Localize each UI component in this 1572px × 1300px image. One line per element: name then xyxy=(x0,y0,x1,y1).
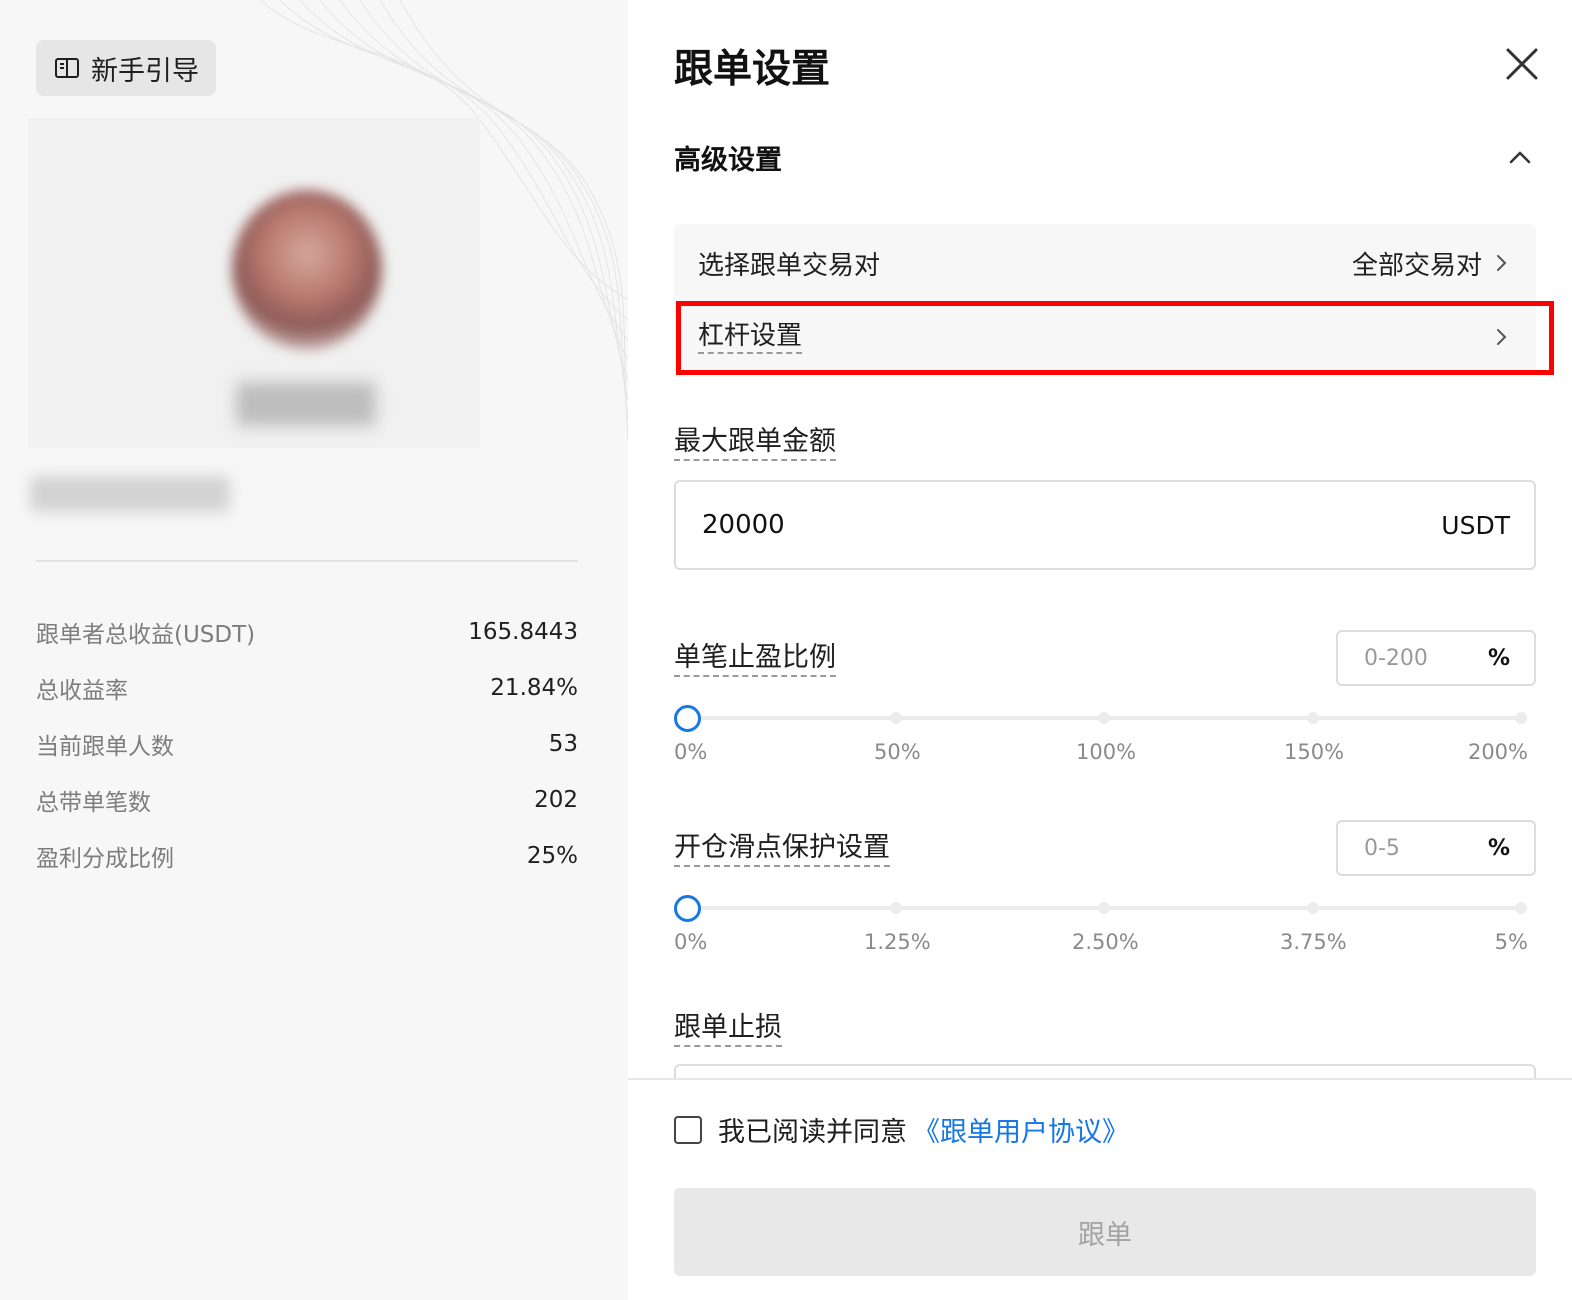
max-amount-unit: USDT xyxy=(1441,510,1510,540)
stat-value: 202 xyxy=(534,787,578,813)
slider-tick-label: 0% xyxy=(674,740,708,764)
stat-value: 25% xyxy=(526,843,578,869)
take-profit-input[interactable] xyxy=(1364,645,1464,671)
panel-footer: 我已阅读并同意 《跟单用户协议》 跟单 xyxy=(628,1078,1572,1300)
slider-mark[interactable] xyxy=(1307,902,1319,914)
slider-tick-label: 150% xyxy=(1284,740,1345,764)
slider-tick-label: 2.50% xyxy=(1072,930,1139,954)
agreement-checkbox[interactable] xyxy=(674,1115,702,1144)
guide-book-icon xyxy=(55,58,79,78)
leverage-settings-label: 杠杆设置 xyxy=(698,320,803,355)
stat-value: 21.84% xyxy=(490,675,578,701)
advanced-settings-header[interactable]: 高级设置 xyxy=(674,138,1534,177)
trading-pairs-value: 全部交易对 xyxy=(1352,245,1512,282)
trader-nickname-blurred xyxy=(236,382,376,426)
max-amount-input[interactable] xyxy=(702,510,1302,540)
max-amount-field[interactable]: USDT xyxy=(674,480,1536,570)
slider-tick-label: 100% xyxy=(1076,740,1137,764)
beginner-guide-label: 新手引导 xyxy=(91,55,199,87)
slider-thumb[interactable] xyxy=(674,895,701,922)
stat-label: 当前跟单人数 xyxy=(36,734,174,760)
trader-profile-panel: 新手引导 跟单者总收益(USDT) 165.8443 总收益率 21.84% 当… xyxy=(0,0,628,1300)
chevron-right-icon xyxy=(1497,329,1507,345)
close-icon[interactable] xyxy=(1502,44,1542,84)
slippage-ticks: 0% 1.25% 2.50% 3.75% 5% xyxy=(674,930,1536,960)
chevron-right-icon xyxy=(1497,255,1507,271)
take-profit-label: 单笔止盈比例 xyxy=(674,640,836,678)
slippage-label: 开仓滑点保护设置 xyxy=(674,830,890,868)
trading-pairs-label: 选择跟单交易对 xyxy=(698,250,881,281)
slippage-unit: % xyxy=(1487,835,1510,861)
stat-label: 总收益率 xyxy=(36,678,128,704)
stat-label: 跟单者总收益(USDT) xyxy=(36,622,256,648)
stat-row: 盈利分成比例 25% xyxy=(36,828,578,884)
slider-mark[interactable] xyxy=(1515,902,1527,914)
slippage-slider[interactable] xyxy=(674,893,1536,923)
leverage-settings-row[interactable]: 杠杆设置 xyxy=(674,302,1536,372)
slider-tick-label: 5% xyxy=(1494,930,1528,954)
slippage-field[interactable]: % xyxy=(1336,820,1536,876)
slider-tick-label: 0% xyxy=(674,930,708,954)
trader-subtitle-blurred xyxy=(30,476,230,512)
take-profit-slider[interactable] xyxy=(674,703,1536,733)
trader-avatar[interactable] xyxy=(232,190,382,350)
slider-thumb[interactable] xyxy=(674,705,701,732)
stop-loss-label: 跟单止损 xyxy=(674,1010,782,1048)
take-profit-field[interactable]: % xyxy=(1336,630,1536,686)
stat-row: 当前跟单人数 53 xyxy=(36,716,578,772)
slider-tick-label: 1.25% xyxy=(864,930,931,954)
follow-button[interactable]: 跟单 xyxy=(674,1188,1536,1276)
slider-mark[interactable] xyxy=(890,712,902,724)
agreement-row: 我已阅读并同意 《跟单用户协议》 xyxy=(674,1110,1129,1149)
agreement-text: 我已阅读并同意 xyxy=(718,1117,907,1148)
agreement-link[interactable]: 《跟单用户协议》 xyxy=(913,1110,1129,1149)
slider-tick-label: 50% xyxy=(874,740,921,764)
max-amount-label: 最大跟单金额 xyxy=(674,424,836,462)
stat-value: 165.8443 xyxy=(468,619,578,645)
slider-mark[interactable] xyxy=(1307,712,1319,724)
divider xyxy=(36,560,578,562)
slider-mark[interactable] xyxy=(1098,712,1110,724)
slider-tick-label: 3.75% xyxy=(1280,930,1347,954)
slider-tick-label: 200% xyxy=(1467,740,1528,764)
stat-value: 53 xyxy=(548,731,578,757)
slippage-input[interactable] xyxy=(1364,835,1464,861)
stat-label: 总带单笔数 xyxy=(36,790,151,816)
panel-title: 跟单设置 xyxy=(674,47,831,92)
slider-mark[interactable] xyxy=(1098,902,1110,914)
advanced-settings-title: 高级设置 xyxy=(674,145,782,176)
take-profit-ticks: 0% 50% 100% 150% 200% xyxy=(674,740,1536,770)
stat-row: 总带单笔数 202 xyxy=(36,772,578,828)
trading-pairs-selected: 全部交易对 xyxy=(1351,250,1482,281)
stat-row: 总收益率 21.84% xyxy=(36,660,578,716)
slider-mark[interactable] xyxy=(890,902,902,914)
take-profit-unit: % xyxy=(1487,645,1510,671)
stat-label: 盈利分成比例 xyxy=(36,846,174,872)
chevron-up-icon[interactable] xyxy=(1506,144,1534,172)
stat-row: 跟单者总收益(USDT) 165.8443 xyxy=(36,604,578,660)
select-trading-pairs-row[interactable]: 选择跟单交易对 全部交易对 xyxy=(674,224,1536,302)
copy-trade-settings-panel: 跟单设置 高级设置 选择跟单交易对 全部交易对 杠杆设置 最大跟单金额 USDT… xyxy=(628,0,1572,1300)
trader-stats: 跟单者总收益(USDT) 165.8443 总收益率 21.84% 当前跟单人数… xyxy=(36,604,578,884)
slider-mark[interactable] xyxy=(1515,712,1527,724)
beginner-guide-button[interactable]: 新手引导 xyxy=(36,40,216,96)
